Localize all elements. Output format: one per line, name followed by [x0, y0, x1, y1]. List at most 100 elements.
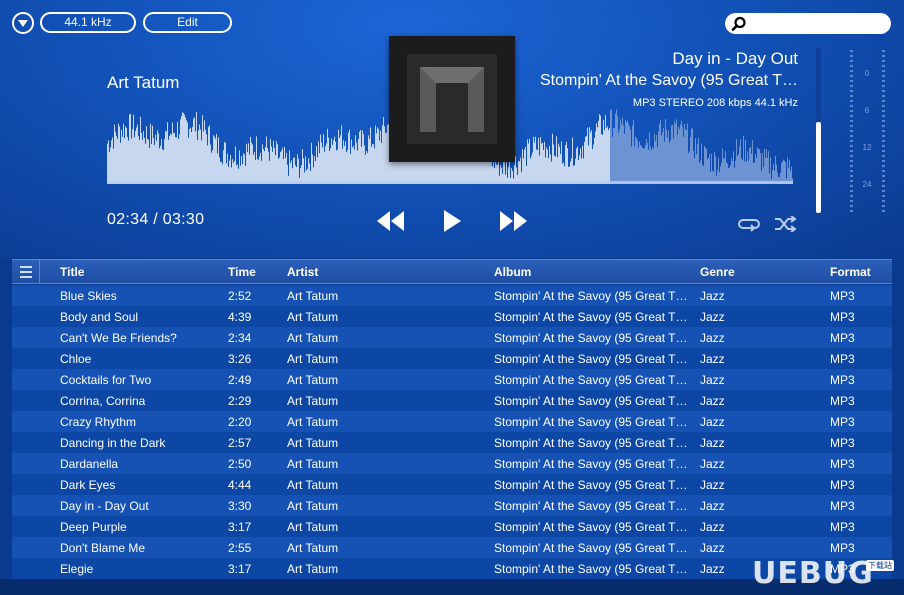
table-row[interactable]: Deep Purple 3:17 Art Tatum Stompin' At the …: [12, 516, 892, 537]
waveform-bar: [126, 128, 127, 184]
waveform-bar: [360, 130, 361, 184]
dropdown-menu-button[interactable]: [12, 12, 34, 34]
shuffle-icon[interactable]: [773, 216, 797, 232]
waveform-bar: [129, 114, 130, 184]
cell-album: Stompin' At the Savoy (95 Great T…: [494, 310, 688, 324]
waveform-bar: [695, 138, 696, 184]
cell-genre: Jazz: [700, 415, 725, 429]
cell-time: 2:20: [228, 415, 252, 429]
waveform-bar: [625, 119, 626, 184]
track-list: Blue Skies 2:52 Art Tatum Stompin' At the S…: [12, 285, 892, 579]
waveform-bar: [241, 156, 242, 184]
waveform-bar: [696, 154, 697, 184]
waveform-bar: [654, 133, 655, 184]
table-row[interactable]: Body and Soul 4:39 Art Tatum Stompin' At th…: [12, 306, 892, 327]
waveform-bar: [373, 144, 374, 184]
column-header-time[interactable]: Time: [228, 265, 256, 279]
waveform-bar: [163, 150, 164, 184]
waveform-bar: [140, 116, 141, 184]
columns-menu-button[interactable]: [12, 260, 40, 283]
play-icon[interactable]: [441, 207, 463, 235]
table-row[interactable]: Dark Eyes 4:44 Art Tatum Stompin' At the Sa…: [12, 474, 892, 495]
waveform-bar: [113, 148, 114, 184]
cell-genre: Jazz: [700, 499, 725, 513]
cell-artist: Art Tatum: [287, 373, 339, 387]
waveform-bar: [615, 113, 616, 184]
waveform-bar: [599, 114, 600, 184]
rewind-icon[interactable]: [376, 207, 406, 235]
cell-genre: Jazz: [700, 478, 725, 492]
cell-time: 4:44: [228, 478, 252, 492]
waveform-bar: [175, 137, 176, 184]
table-row[interactable]: Crazy Rhythm 2:20 Art Tatum Stompin' At the…: [12, 411, 892, 432]
cell-time: 2:50: [228, 457, 252, 471]
table-row[interactable]: Dancing in the Dark 2:57 Art Tatum Stompin'…: [12, 432, 892, 453]
column-header-format[interactable]: Format: [830, 265, 871, 279]
waveform-bar: [670, 140, 671, 184]
waveform-bar: [542, 142, 543, 184]
waveform-bar: [327, 128, 328, 184]
time-display: 02:34 / 03:30: [107, 211, 205, 228]
cell-format: MP3: [830, 499, 855, 513]
table-row[interactable]: Blue Skies 2:52 Art Tatum Stompin' At the S…: [12, 285, 892, 306]
waveform-bar: [693, 150, 694, 184]
waveform-bar: [596, 123, 597, 184]
track-title: Day in - Day Out: [672, 49, 798, 68]
waveform-bar: [111, 140, 112, 184]
waveform-bar: [605, 115, 606, 184]
waveform-bar: [632, 125, 633, 184]
waveform-bar: [561, 141, 562, 184]
waveform-bar: [154, 145, 155, 184]
waveform-bar: [747, 151, 748, 184]
waveform-bar: [141, 133, 142, 184]
waveform-bar: [266, 136, 267, 184]
waveform-bar: [533, 136, 534, 184]
volume-slider[interactable]: [816, 48, 821, 213]
cell-time: 2:49: [228, 373, 252, 387]
waveform-bar: [704, 146, 705, 184]
column-header-genre[interactable]: Genre: [700, 265, 735, 279]
fast-forward-icon[interactable]: [498, 207, 528, 235]
table-row[interactable]: Cocktails for Two 2:49 Art Tatum Stompin' A…: [12, 369, 892, 390]
waveform-bar: [684, 123, 685, 184]
cell-title: Dark Eyes: [60, 478, 116, 492]
column-header-artist[interactable]: Artist: [287, 265, 318, 279]
table-row[interactable]: Day in - Day Out 3:30 Art Tatum Stompin' At…: [12, 495, 892, 516]
table-row[interactable]: Dardanella 2:50 Art Tatum Stompin' At the S…: [12, 453, 892, 474]
waveform-bar: [711, 153, 712, 184]
cell-artist: Art Tatum: [287, 352, 339, 366]
waveform-bar: [586, 136, 587, 184]
waveform-bar: [210, 144, 211, 184]
waveform-bar: [277, 144, 278, 184]
table-row[interactable]: Don't Blame Me 2:55 Art Tatum Stompin' At t…: [12, 537, 892, 558]
table-row[interactable]: Can't We Be Friends? 2:34 Art Tatum Stompin…: [12, 327, 892, 348]
waveform-bar: [656, 135, 657, 184]
edit-button[interactable]: Edit: [143, 12, 232, 33]
cell-genre: Jazz: [700, 436, 725, 450]
cell-time: 4:39: [228, 310, 252, 324]
waveform-bar: [588, 145, 589, 184]
waveform-bar: [624, 133, 625, 184]
repeat-icon[interactable]: [737, 216, 761, 232]
sample-rate-button[interactable]: 44.1 kHz: [40, 12, 136, 33]
cell-artist: Art Tatum: [287, 562, 339, 576]
waveform-bar: [223, 150, 224, 184]
column-header-title[interactable]: Title: [60, 265, 84, 279]
waveform-bar: [622, 117, 623, 184]
column-header-album[interactable]: Album: [494, 265, 531, 279]
waveform-bar: [543, 149, 544, 184]
waveform-bar: [139, 139, 140, 184]
waveform-bar: [576, 148, 577, 184]
waveform-bar: [319, 153, 320, 184]
table-row[interactable]: Chloe 3:26 Art Tatum Stompin' At the Savoy …: [12, 348, 892, 369]
table-row[interactable]: Corrina, Corrina 2:29 Art Tatum Stompin' At…: [12, 390, 892, 411]
waveform-bar: [189, 128, 190, 184]
waveform-bar: [638, 147, 639, 184]
waveform-bar: [196, 111, 197, 184]
waveform-bar: [110, 147, 111, 184]
search-input[interactable]: [725, 13, 891, 34]
waveform-bar: [634, 146, 635, 184]
waveform-bar: [171, 134, 172, 184]
waveform-bar: [642, 148, 643, 184]
cell-title: Crazy Rhythm: [60, 415, 137, 429]
